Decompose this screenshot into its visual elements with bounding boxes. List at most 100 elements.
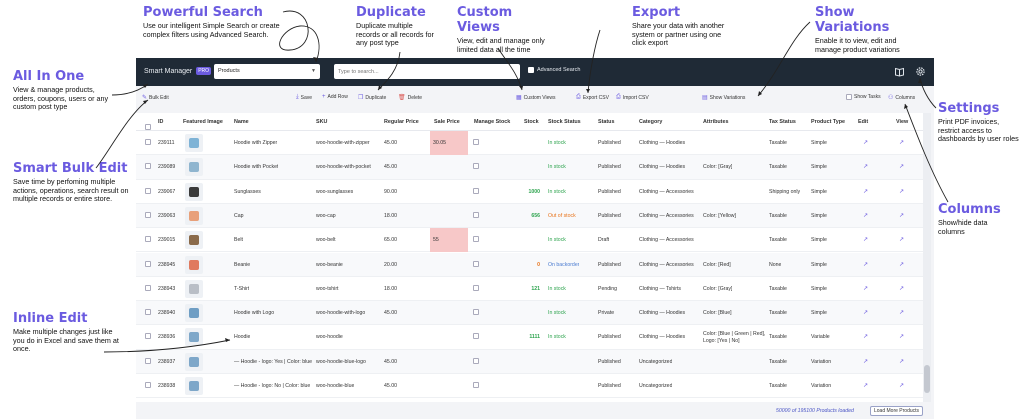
cell-stock[interactable]: 1000 [520,189,540,195]
cell-type[interactable]: Simple [811,189,827,195]
cell-sku[interactable]: woo-hoodie-with-zipper [316,140,370,146]
duplicate-button[interactable]: ❐ Duplicate [358,94,386,102]
row-checkbox[interactable] [145,382,151,388]
cell-name[interactable]: T-Shirt [234,286,249,292]
cell-stock-status[interactable]: In stock [548,237,566,243]
cell-tax[interactable]: Shipping only [769,189,800,195]
product-thumbnail[interactable] [185,279,203,298]
product-thumbnail[interactable] [185,328,203,347]
edit-link-icon[interactable]: ↗ [863,285,868,292]
cell-type[interactable]: Simple [811,213,827,219]
manage-stock-checkbox[interactable] [473,357,479,364]
manage-stock-checkbox[interactable] [473,187,479,194]
view-link-icon[interactable]: ↗ [899,358,904,365]
cell-id[interactable]: 239067 [158,189,175,195]
view-link-icon[interactable]: ↗ [899,285,904,292]
manage-stock-checkbox[interactable] [473,309,479,316]
product-thumbnail[interactable] [185,134,203,152]
cell-regular[interactable]: 45.00 [384,140,397,146]
product-thumbnail[interactable] [185,377,203,395]
view-link-icon[interactable]: ↗ [899,261,904,268]
columns-button[interactable]: ⚇ Columns [888,94,915,102]
book-icon[interactable] [894,66,905,77]
edit-link-icon[interactable]: ↗ [863,358,868,365]
cell-category[interactable]: Clothing — Hoodies [639,310,685,316]
import-csv-button[interactable]: ⎙ Import CSV [616,94,649,101]
cell-type[interactable]: Variation [811,359,831,365]
cell-id[interactable]: 239015 [158,237,175,243]
column-header-type[interactable]: Product Type [811,119,845,125]
add-row-button[interactable]: + Add Row [322,94,348,100]
cell-id[interactable]: 238937 [158,359,175,365]
edit-link-icon[interactable]: ↗ [863,163,868,170]
scroll-thumb[interactable] [924,365,930,393]
cell-type[interactable]: Simple [811,237,827,243]
edit-link-icon[interactable]: ↗ [863,212,868,219]
bulk-edit-button[interactable]: ✎ Bulk Edit [142,94,169,102]
cell-stock[interactable]: 1111 [520,334,540,340]
cell-status[interactable]: Draft [598,237,609,243]
delete-button[interactable]: 🗑 Delete [398,94,422,102]
column-header-category[interactable]: Category [639,119,662,125]
cell-attributes[interactable]: Color: [Blue] [703,310,732,316]
cell-tax[interactable]: Taxable [769,213,787,219]
cell-status[interactable]: Published [598,262,621,268]
cell-sku[interactable]: woo-sunglasses [316,189,353,195]
cell-tax[interactable]: Taxable [769,310,787,316]
product-thumbnail[interactable] [185,231,203,250]
cell-category[interactable]: Uncategorized [639,359,672,365]
row-checkbox[interactable] [145,333,151,340]
table-row[interactable]: 239089 Hoodie with Pocket woo-hoodie-with-… [136,155,923,180]
view-link-icon[interactable]: ↗ [899,309,904,316]
column-header-stock[interactable]: Stock [524,119,539,125]
column-header-tax[interactable]: Tax Status [769,119,796,125]
product-thumbnail[interactable] [185,158,203,177]
view-link-icon[interactable]: ↗ [899,139,904,146]
column-header-stock_status[interactable]: Stock Status [548,119,581,125]
cell-stock-status[interactable]: In stock [548,140,566,146]
manage-stock-checkbox[interactable] [473,382,479,388]
cell-tax[interactable]: Taxable [769,286,787,292]
table-row[interactable]: 238940 Hoodie with Logo woo-hoodie-with-lo… [136,301,923,326]
cell-type[interactable]: Variation [811,383,831,389]
table-row[interactable]: 238937 — Hoodie - logo: Yes | Color: blue… [136,349,923,374]
advanced-search-checkbox[interactable] [528,67,534,73]
custom-views-button[interactable]: ▦ Custom Views [516,94,556,102]
row-checkbox[interactable] [145,309,151,316]
column-header-regular[interactable]: Regular Price [384,119,419,125]
cell-stock-status[interactable]: In stock [548,334,566,340]
cell-status[interactable]: Published [598,140,621,146]
cell-id[interactable]: 239063 [158,213,175,219]
cell-type[interactable]: Simple [811,140,827,146]
manage-stock-checkbox[interactable] [473,236,479,243]
column-header-id[interactable]: ID [158,119,163,125]
manage-stock-checkbox[interactable] [473,163,479,170]
cell-attributes[interactable]: Color: [Yellow] [703,213,736,219]
cell-stock-status[interactable]: In stock [548,310,566,316]
cell-status[interactable]: Published [598,334,621,340]
row-checkbox[interactable] [145,211,151,218]
cell-category[interactable]: Clothing — Tshirts [639,286,681,292]
column-header-img[interactable]: Featured Image [183,119,223,125]
view-link-icon[interactable]: ↗ [899,163,904,170]
column-header-name[interactable]: Name [234,119,249,125]
cell-tax[interactable]: Taxable [769,140,787,146]
manage-stock-checkbox[interactable] [473,260,479,267]
product-thumbnail[interactable] [185,182,203,201]
row-checkbox[interactable] [145,187,151,194]
cell-status[interactable]: Published [598,359,621,365]
cell-category[interactable]: Clothing — Accessories [639,213,694,219]
cell-stock[interactable]: 121 [520,286,540,292]
column-header-view[interactable]: View [896,119,908,125]
cell-tax[interactable]: Taxable [769,164,787,170]
vertical-scrollbar[interactable] [923,113,931,402]
cell-status[interactable]: Private [598,310,614,316]
cell-regular[interactable]: 65.00 [384,237,397,243]
cell-status[interactable]: Published [598,213,621,219]
cell-attributes[interactable]: Color: [Gray] [703,164,732,170]
edit-link-icon[interactable]: ↗ [863,261,868,268]
edit-link-icon[interactable]: ↗ [863,333,868,340]
cell-name[interactable]: Hoodie with Pocket [234,164,278,170]
cell-type[interactable]: Variable [811,334,830,340]
view-link-icon[interactable]: ↗ [899,212,904,219]
